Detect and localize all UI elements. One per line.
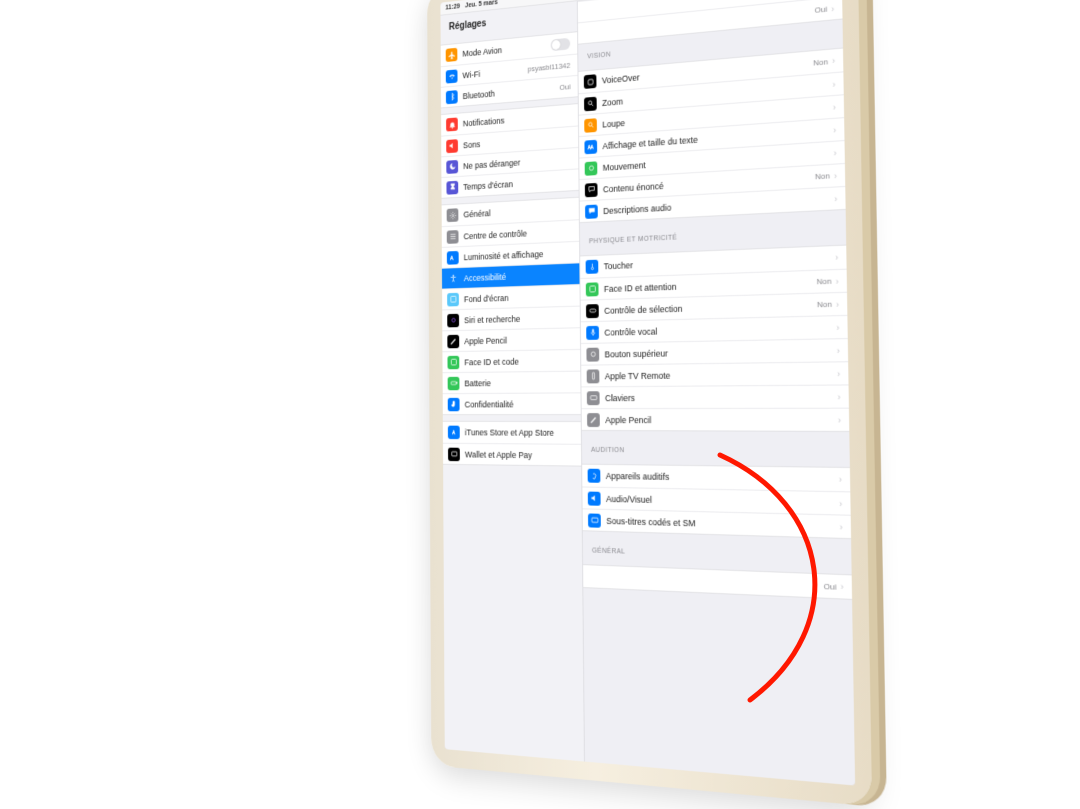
row-subtitles[interactable]: Sous-titres codés et SM › [583,508,852,538]
siri-icon [447,313,459,327]
chevron-right-icon: › [833,124,836,135]
sliders-icon [447,230,459,244]
airplane-icon [446,48,458,62]
chevron-right-icon: › [837,391,840,402]
keyboard-icon [587,391,600,405]
group-general-bottom: Oui › [583,564,852,600]
row-top-button[interactable]: Bouton supérieur › [581,338,848,365]
svg-text:A: A [452,430,455,435]
row-keyboards[interactable]: Claviers › [581,384,849,408]
wifi-label: Wi-Fi [462,65,524,80]
group-physical: Toucher › Face ID et attention Non › Con… [580,245,849,432]
sidebar-item-pencil[interactable]: Apple Pencil [442,327,580,351]
airplane-toggle[interactable] [551,38,571,51]
chevron-right-icon: › [835,252,838,263]
chevron-right-icon: › [836,322,839,333]
bluetooth-icon [446,90,458,104]
speaker-icon [446,139,458,153]
zoom-icon [584,96,597,111]
chevron-right-icon: › [834,193,837,204]
sidebar-group-notifications: Notifications Sons Ne pas déranger [441,103,579,199]
group-hearing: Appareils auditifs › Audio/Visuel › Sous… [582,464,851,540]
wallpaper-icon [447,292,459,306]
voiceover-icon [584,74,597,89]
wifi-icon [446,69,458,83]
pencil-icon [587,413,600,427]
button-icon [586,347,599,361]
sidebar-item-faceid[interactable]: Face ID et code [442,349,580,372]
bt-label: Bluetooth [463,83,556,100]
chevron-right-icon: › [832,79,835,90]
audio-desc-icon [585,204,598,218]
ipad-device-frame: 11:29 Jeu. 5 mars Réglages Mode Avion [427,0,872,807]
chevron-right-icon: › [839,498,842,509]
bell-icon [446,117,458,131]
pencil-icon [447,334,459,348]
gear-icon [447,208,459,222]
chevron-right-icon: › [839,474,842,485]
ear-icon [588,469,601,483]
sidebar-item-battery[interactable]: Batterie [443,371,581,394]
status-date: Jeu. 5 mars [465,0,498,9]
faceid-icon [586,282,599,296]
sidebar-group-general: Général Centre de contrôle A Luminosité … [442,197,581,415]
status-time: 11:29 [445,3,460,11]
wallet-icon [448,447,460,461]
audio-icon [588,491,601,505]
speech-icon [585,182,598,196]
airplane-label: Mode Avion [462,41,550,59]
detail-pane: Non › Oui › VISION VoiceOver [578,0,855,786]
wifi-value: psyasbl11342 [528,61,571,74]
chevron-right-icon: › [840,581,843,592]
motion-icon [585,161,598,176]
chevron-right-icon: › [834,170,837,181]
section-header-general: GÉNÉRAL [583,537,852,568]
chevron-right-icon: › [837,345,840,356]
chevron-right-icon: › [832,55,835,66]
sidebar-item-itunes[interactable]: A iTunes Store et App Store [443,422,581,444]
chevron-right-icon: › [837,368,840,379]
sidebar-item-privacy[interactable]: Confidentialité [443,392,581,414]
hand-icon [448,397,460,410]
bt-value: Oui [559,82,570,92]
settings-sidebar: Réglages Mode Avion Wi-Fi psyasbl11342 [440,1,584,761]
cc-icon [588,513,601,527]
appstore-icon: A [448,426,460,439]
chevron-right-icon: › [838,415,841,426]
battery-icon [448,376,460,389]
sidebar-item-siri[interactable]: Siri et recherche [442,306,580,331]
section-header-hearing: AUDITION [582,437,850,461]
sidebar-group-connectivity: Mode Avion Wi-Fi psyasbl11342 Bluetooth … [441,31,578,108]
hourglass-icon [446,180,458,194]
textsize-icon: AA [584,139,597,154]
chevron-right-icon: › [833,102,836,113]
section-header-physical: PHYSIQUE ET MOTRICITÉ [580,216,846,249]
sidebar-item-wallet[interactable]: Wallet et Apple Pay [443,443,581,466]
magnifier-icon [584,118,597,133]
chevron-right-icon: › [839,521,842,532]
group-vision: VoiceOver Non › Zoom › Loupe › [578,47,845,223]
chevron-right-icon: › [836,299,839,310]
switch-icon [586,304,599,318]
accessibility-icon [447,271,459,285]
mic-icon [586,325,599,339]
row-appletv-remote[interactable]: Apple TV Remote › [581,361,848,386]
chevron-right-icon: › [833,147,836,158]
text-size-icon: A [447,250,459,264]
moon-icon [446,159,458,173]
chevron-right-icon: › [836,276,839,287]
chevron-right-icon: › [831,3,834,14]
row-general-ghost[interactable]: Oui › [583,565,852,599]
faceid-icon [447,355,459,369]
touch-icon [586,260,599,274]
row-applepencil[interactable]: Apple Pencil › [582,408,850,431]
sidebar-group-store: A iTunes Store et App Store Wallet et Ap… [443,421,581,467]
remote-icon [587,369,600,383]
svg-text:AA: AA [587,145,593,150]
svg-text:A: A [450,256,454,262]
screen: 11:29 Jeu. 5 mars Réglages Mode Avion [440,0,855,786]
